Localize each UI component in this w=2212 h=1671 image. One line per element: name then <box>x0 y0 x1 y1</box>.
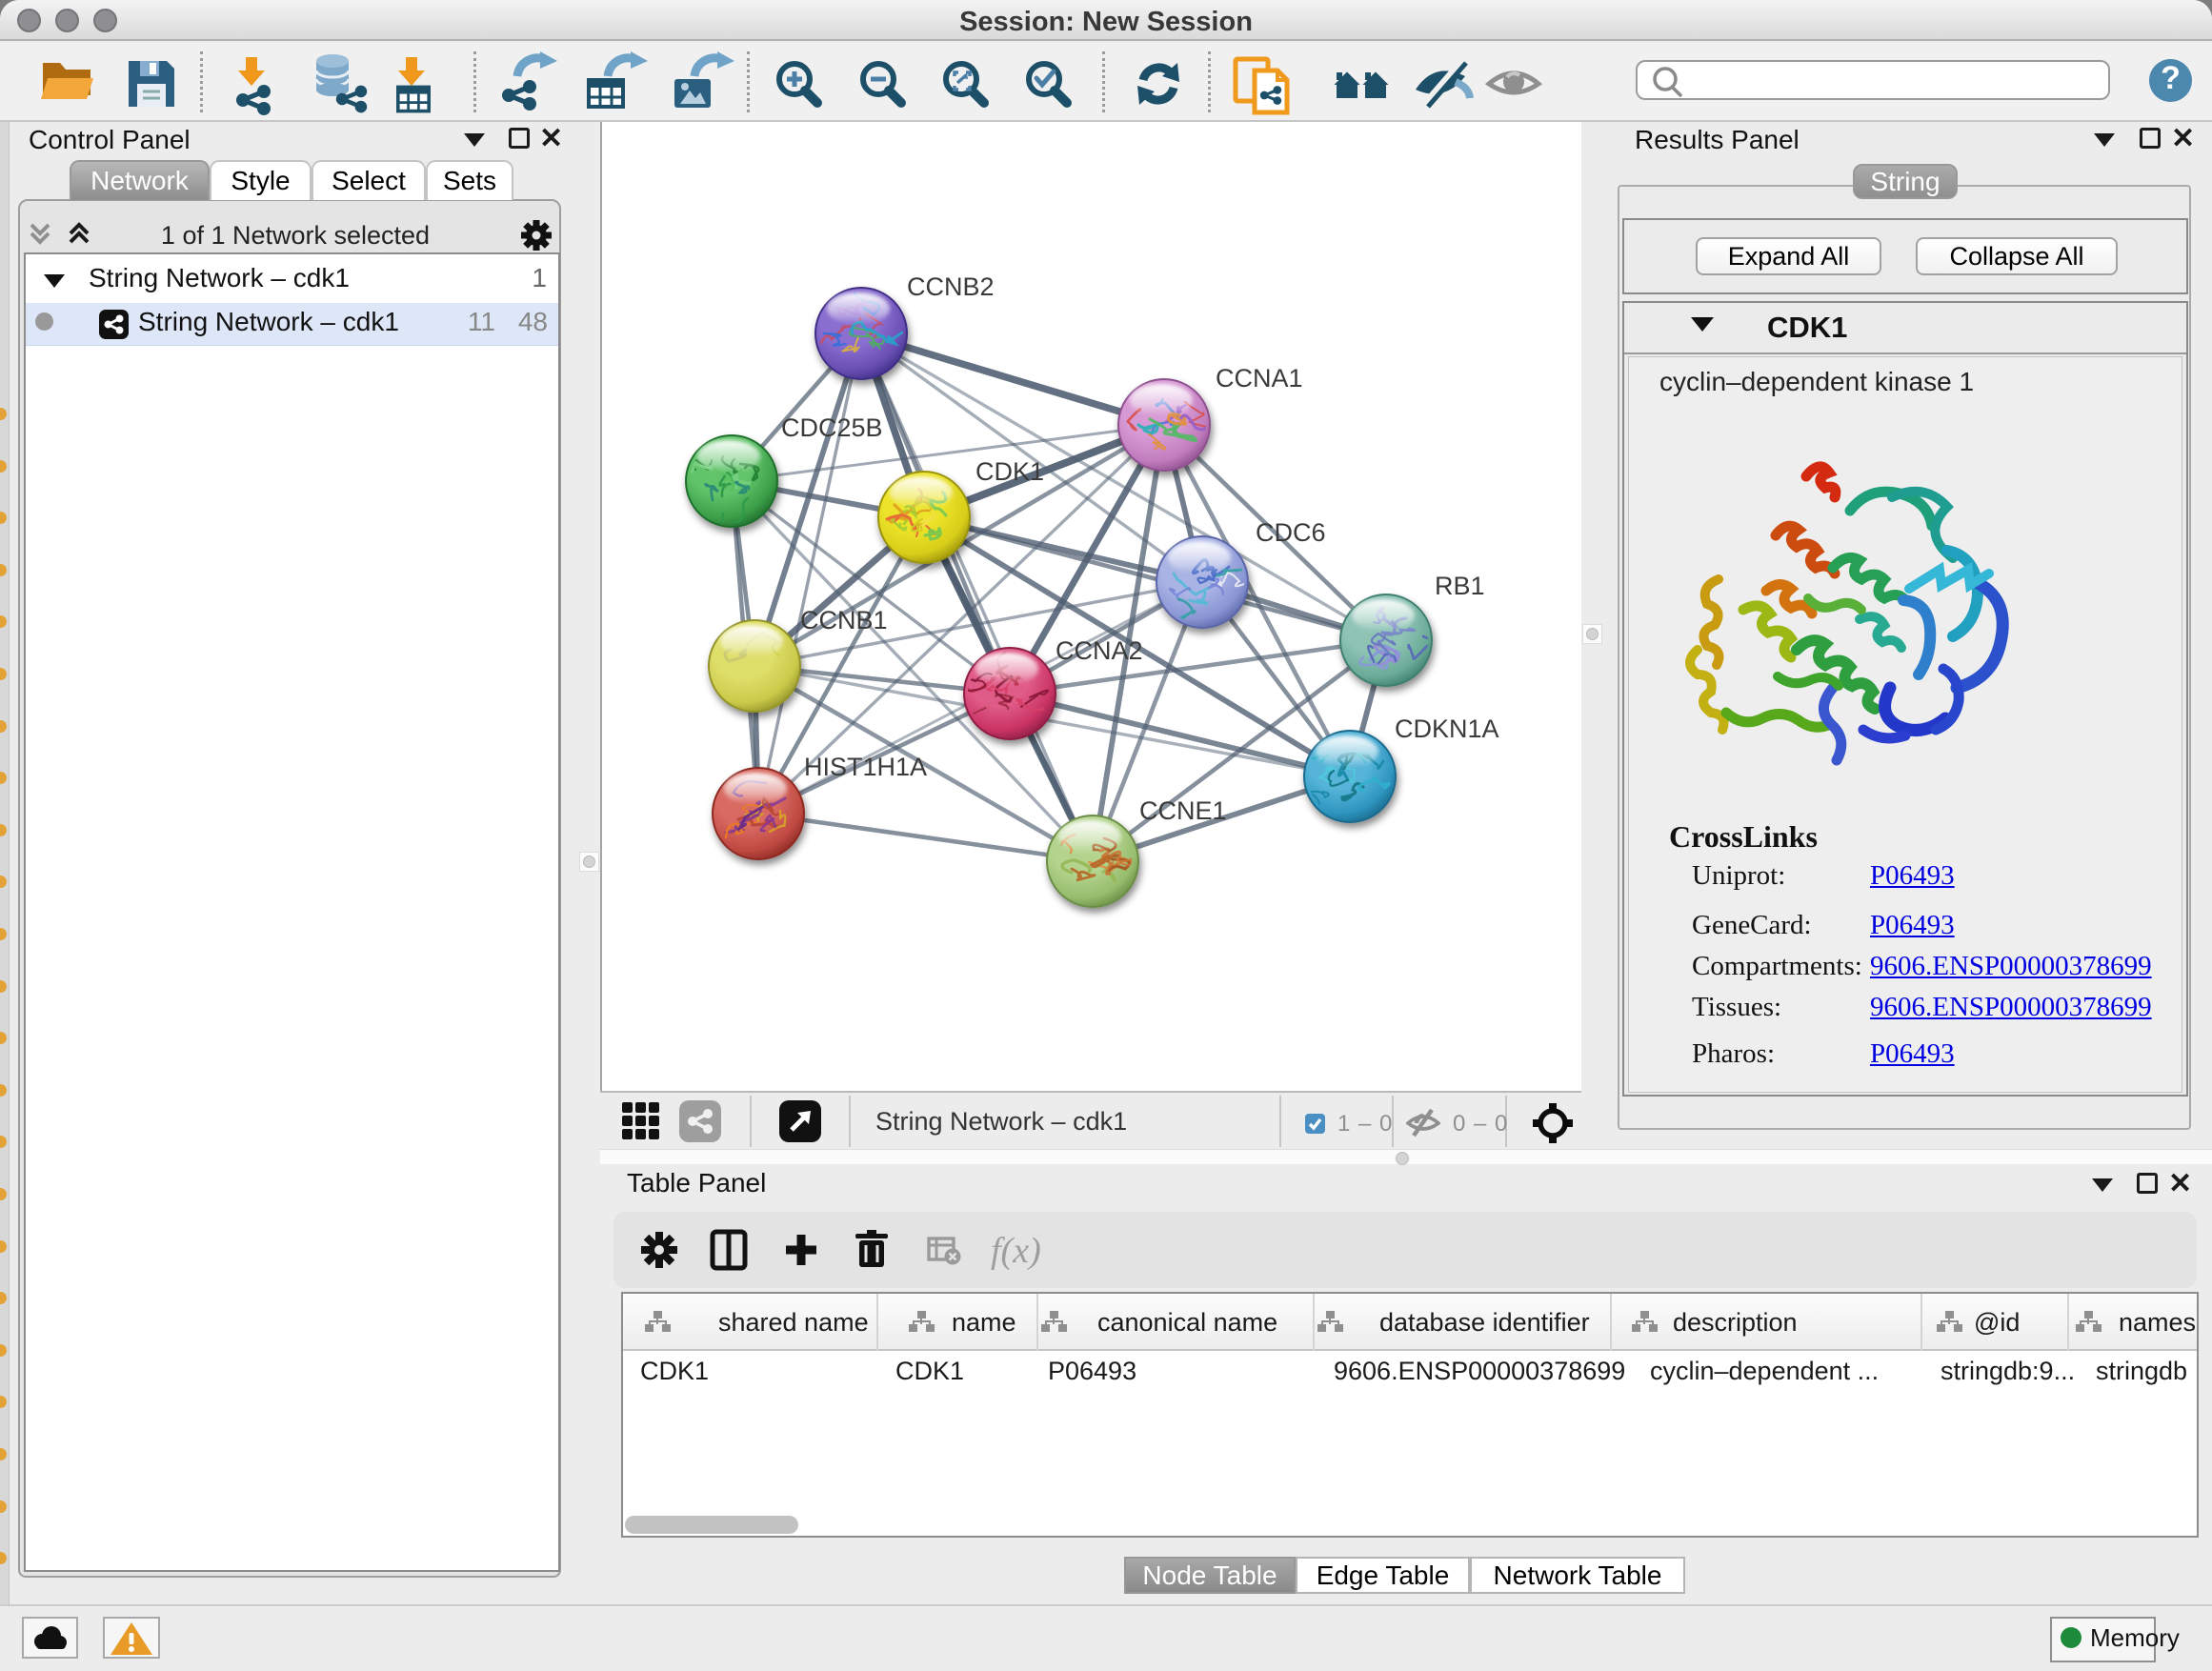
svg-text:shared name: shared name <box>718 1308 869 1337</box>
svg-text:CCNE1: CCNE1 <box>1139 796 1227 825</box>
svg-text:CDC6: CDC6 <box>1256 518 1326 547</box>
svg-text:HIST1H1A: HIST1H1A <box>804 753 927 781</box>
svg-text:canonical name: canonical name <box>1097 1308 1277 1337</box>
svg-text:name: name <box>952 1308 1016 1337</box>
svg-text:CCNA2: CCNA2 <box>1056 636 1143 665</box>
svg-text:@id: @id <box>1974 1308 2020 1337</box>
svg-text:CDK1: CDK1 <box>975 457 1044 486</box>
svg-text:CDKN1A: CDKN1A <box>1395 715 1499 743</box>
svg-text:CCNA1: CCNA1 <box>1216 364 1303 393</box>
svg-text:CCNB2: CCNB2 <box>907 272 995 301</box>
svg-text:RB1: RB1 <box>1435 572 1485 600</box>
svg-text:namespace: namespace <box>2119 1308 2197 1337</box>
svg-text:f(x): f(x) <box>991 1231 1041 1271</box>
svg-text:CDC25B: CDC25B <box>781 413 883 442</box>
svg-text:CCNB1: CCNB1 <box>800 606 888 634</box>
svg-text:description: description <box>1673 1308 1798 1337</box>
svg-text:database identifier: database identifier <box>1379 1308 1590 1337</box>
